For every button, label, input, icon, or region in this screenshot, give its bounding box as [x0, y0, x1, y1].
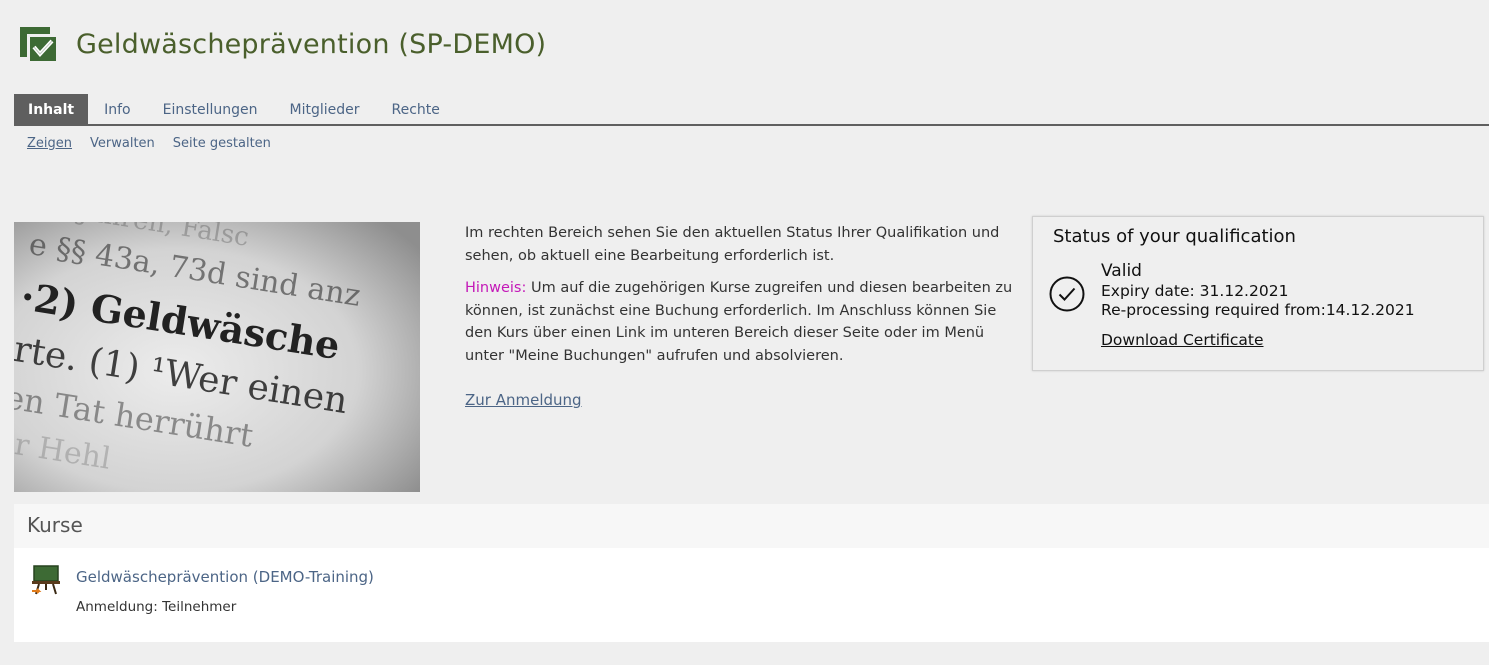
subtab-zeigen[interactable]: Zeigen: [27, 136, 72, 151]
tab-einstellungen[interactable]: Einstellungen: [147, 94, 274, 124]
courses-list: Geldwäscheprävention (DEMO-Training) Anm…: [14, 548, 1489, 642]
course-title-link[interactable]: Geldwäscheprävention (DEMO-Training): [76, 568, 374, 586]
courses-heading: Kurse: [27, 513, 83, 537]
intro-paragraph: Im rechten Bereich sehen Sie den aktuell…: [465, 225, 1000, 264]
courses-header: Kurse: [14, 504, 1489, 548]
course-icon: [32, 565, 60, 595]
page-title: Geldwäscheprävention (SP-DEMO): [76, 28, 547, 60]
tabs-divider: [14, 124, 1489, 126]
tab-mitglieder[interactable]: Mitglieder: [274, 94, 376, 124]
tab-inhalt[interactable]: Inhalt: [14, 94, 89, 124]
check-circle-icon: [1049, 276, 1085, 312]
register-link[interactable]: Zur Anmeldung: [465, 389, 582, 412]
reprocessing-date: Re-processing required from:14.12.2021: [1101, 301, 1415, 319]
subtab-verwalten[interactable]: Verwalten: [90, 136, 155, 151]
tab-info[interactable]: Info: [88, 94, 147, 124]
hint-text: Um auf die zugehörigen Kurse zugreifen u…: [465, 280, 1013, 364]
checklist-icon: [20, 27, 56, 61]
status-state: Valid: [1101, 261, 1142, 281]
status-title: Status of your qualification: [1053, 226, 1296, 247]
hero-image: aus Jahren, Falsc e §§ 43a, 73d sind anz…: [14, 222, 420, 492]
hint-paragraph: Hinweis: Um auf die zugehörigen Kurse zu…: [465, 277, 1025, 367]
qualification-status-panel: Status of your qualification Valid Expir…: [1032, 216, 1484, 371]
tab-rechte[interactable]: Rechte: [376, 94, 456, 124]
sub-tabs: Zeigen Verwalten Seite gestalten: [27, 136, 271, 151]
intro-text: Im rechten Bereich sehen Sie den aktuell…: [465, 222, 1025, 413]
download-certificate-link[interactable]: Download Certificate: [1101, 331, 1264, 349]
subtab-seite-gestalten[interactable]: Seite gestalten: [173, 136, 271, 151]
course-registration-info: Anmeldung: Teilnehmer: [76, 599, 237, 615]
main-tabs: Inhalt Info Einstellungen Mitglieder Rec…: [14, 94, 1489, 124]
page-header: Geldwäscheprävention (SP-DEMO): [18, 22, 546, 66]
hint-label: Hinweis:: [465, 280, 527, 296]
expiry-date: Expiry date: 31.12.2021: [1101, 282, 1289, 300]
